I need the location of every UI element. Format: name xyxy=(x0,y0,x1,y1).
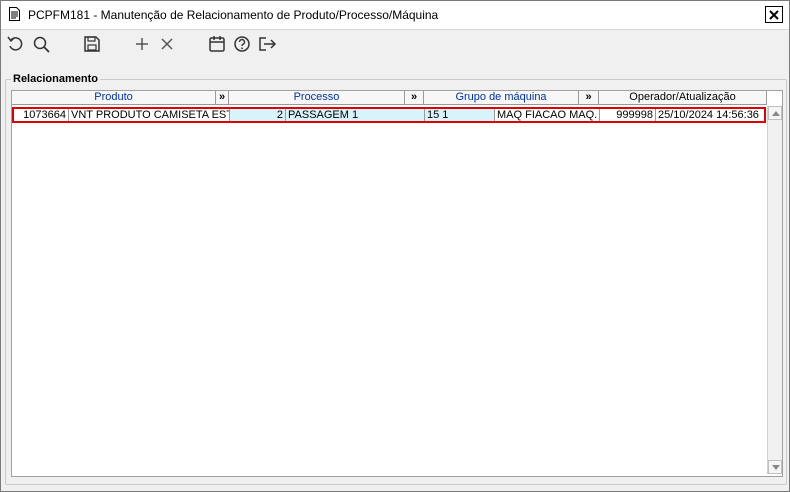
add-button[interactable] xyxy=(132,35,152,53)
vertical-scrollbar[interactable] xyxy=(767,106,782,474)
cell-grupo-desc[interactable]: MAQ FIACAO MAQ. F xyxy=(495,109,600,121)
document-icon xyxy=(9,7,20,21)
arrow-up-icon xyxy=(772,111,780,116)
main-window: PCPFM181 - Manutenção de Relacionamento … xyxy=(0,0,790,492)
table-row[interactable]: 1073664 VNT PRODUTO CAMISETA ESTAM 2 PAS… xyxy=(12,107,766,123)
calendar-icon xyxy=(209,36,225,52)
header-operador[interactable]: Operador/Atualização xyxy=(599,91,767,105)
delete-button[interactable] xyxy=(157,35,177,53)
header-processo[interactable]: Processo xyxy=(229,91,405,105)
cell-grupo-code[interactable]: 15 1 xyxy=(425,109,495,121)
close-button[interactable] xyxy=(765,6,783,23)
window-title: PCPFM181 - Manutenção de Relacionamento … xyxy=(28,8,439,22)
scroll-up-button[interactable] xyxy=(768,106,782,120)
header-expand-grupo[interactable]: » xyxy=(579,91,599,105)
cell-produto-desc[interactable]: VNT PRODUTO CAMISETA ESTAM xyxy=(69,109,230,121)
add-icon xyxy=(136,38,148,50)
group-label: Relacionamento xyxy=(11,73,100,85)
calendar-button[interactable] xyxy=(207,35,227,53)
exit-icon xyxy=(259,37,277,51)
header-produto[interactable]: Produto xyxy=(12,91,216,105)
refresh-icon xyxy=(7,36,23,51)
search-button[interactable] xyxy=(32,35,52,53)
save-icon xyxy=(84,36,100,52)
help-icon xyxy=(234,36,250,52)
exit-button[interactable] xyxy=(257,35,277,53)
toolbar xyxy=(1,30,789,58)
cell-processo-desc[interactable]: PASSAGEM 1 xyxy=(286,109,425,121)
close-icon xyxy=(769,10,779,20)
cell-processo-code[interactable]: 2 xyxy=(230,109,286,121)
title-bar: PCPFM181 - Manutenção de Relacionamento … xyxy=(1,1,789,30)
search-icon xyxy=(33,36,50,53)
header-expand-processo[interactable]: » xyxy=(405,91,424,105)
help-button[interactable] xyxy=(232,35,252,53)
cell-produto-code[interactable]: 1073664 xyxy=(14,109,69,121)
arrow-down-icon xyxy=(772,465,780,470)
scroll-down-button[interactable] xyxy=(768,460,782,474)
header-expand-produto[interactable]: » xyxy=(216,91,229,105)
save-button[interactable] xyxy=(82,35,102,53)
header-grupo[interactable]: Grupo de máquina xyxy=(424,91,579,105)
relacionamento-grid[interactable]: Produto » Processo » Grupo de máquina » … xyxy=(11,90,783,477)
delete-icon xyxy=(161,38,173,50)
cell-operador[interactable]: 999998 xyxy=(600,109,656,121)
cell-atualizacao[interactable]: 25/10/2024 14:56:36 xyxy=(656,109,764,121)
refresh-button[interactable] xyxy=(6,35,26,53)
